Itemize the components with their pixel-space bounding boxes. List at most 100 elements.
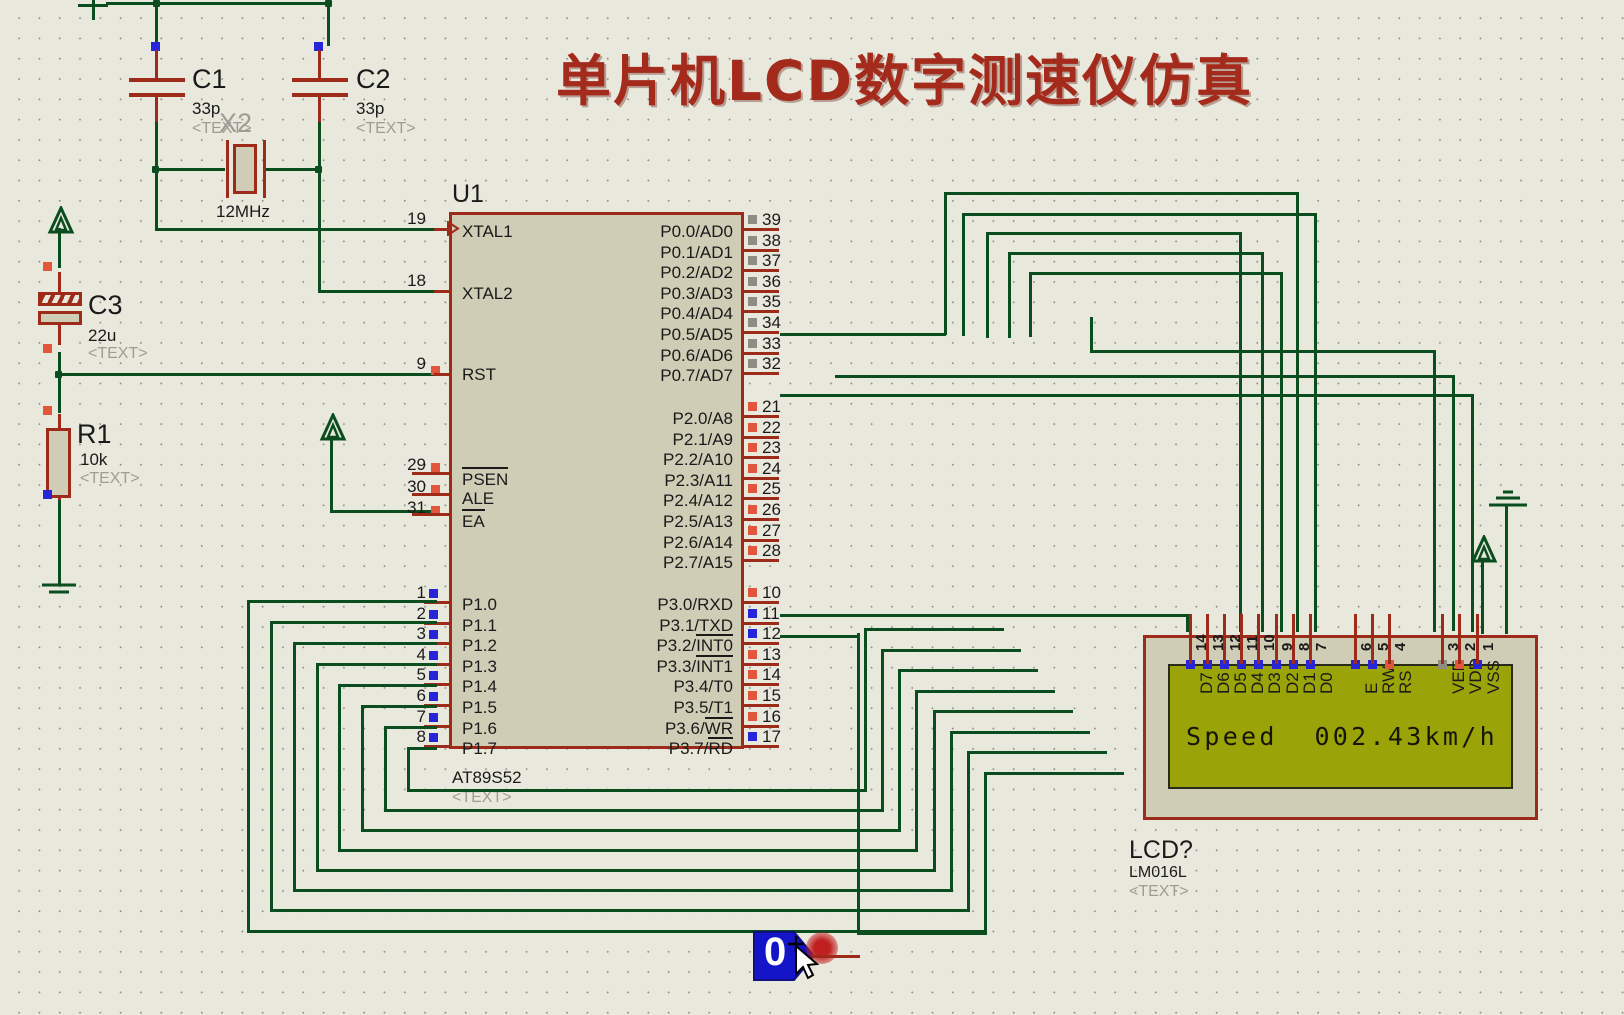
pin-num-32: 32: [762, 354, 781, 374]
wire-x2-right: [265, 168, 320, 171]
pin-num-19: 19: [407, 209, 426, 228]
wire-vcc-c3: [58, 228, 61, 268]
lcd-pin-stub-D0: [1309, 614, 1312, 664]
lcd-pin-stub-D7: [1189, 614, 1192, 664]
pin-state-26: [748, 505, 757, 514]
pin-state-14: [748, 670, 757, 680]
pin-state-7: [429, 712, 438, 722]
wire-p3-2-down: [857, 633, 860, 933]
wire-return-2: [293, 889, 953, 892]
pin-stub-28: [741, 559, 779, 563]
component-ref-r1: R1: [77, 419, 112, 449]
pin-label-23: P2.2/A10: [663, 450, 733, 470]
pin-stub-30: [412, 493, 452, 496]
wire-p1-0: [247, 600, 437, 603]
wire-p1-3-v: [316, 663, 319, 871]
wire-bus-c: [986, 232, 1241, 235]
wire-return-6: [384, 809, 884, 812]
mouse-cursor: [788, 936, 820, 980]
wire-xtal1-h: [155, 228, 435, 231]
wire-p1-2-v: [293, 642, 296, 891]
wire-bus-c-v2: [1239, 232, 1242, 632]
lcd-pin-num-VSS: 1: [1480, 642, 1497, 651]
pin-num-6: 6: [416, 686, 426, 705]
wire-r1-top: [58, 373, 61, 413]
component-ref-c2: C2: [356, 64, 391, 94]
resistor-r1-body: [46, 428, 71, 498]
pin-num-10: 10: [762, 583, 781, 602]
pin-num-25: 25: [762, 479, 781, 499]
component-text-lcd: <TEXT>: [1129, 883, 1189, 900]
ground-symbol-lcd: [1489, 490, 1527, 507]
vcc-symbol: [47, 206, 75, 234]
wire-bus-b-v: [962, 213, 965, 336]
wire-riser-d5: [898, 669, 901, 831]
pin-label-14: P3.4/T0: [673, 677, 733, 697]
lcd-pin-stub-D1: [1292, 614, 1295, 664]
pin-stub-29: [412, 472, 452, 475]
pin-label-24: P2.3/A11: [664, 470, 733, 490]
lcd-pin-stub-D2: [1275, 614, 1278, 664]
pin-state-22: [748, 422, 757, 432]
pin-state-38: [748, 235, 757, 245]
pin-x2-right: [263, 140, 266, 198]
pin-state-25: [748, 484, 757, 494]
wire-riser-d1: [967, 751, 970, 911]
pin-state-15: [748, 691, 757, 700]
wire-bus-c-v: [986, 232, 989, 338]
wire-riser-d7: [864, 628, 867, 791]
wire-return-1: [270, 909, 970, 912]
wire-return-3: [316, 869, 936, 872]
pin-num-8: 8: [416, 727, 426, 747]
proteus-schematic-canvas[interactable]: 单片机LCD数字测速仪仿真 C1 33p <TEXT> C2 33p <TEXT…: [0, 0, 1624, 1015]
capacitor-plate: [129, 78, 185, 82]
wire-top-rail: [106, 2, 331, 5]
wire-riser-d3: [933, 710, 936, 871]
pin-label-xtal1: XTAL1: [462, 222, 513, 241]
pin-stub-17: [741, 745, 779, 749]
pin-num-36: 36: [762, 271, 781, 291]
lcd-pin-num-RS: 4: [1392, 642, 1409, 651]
pin-label-27: P2.6/A14: [663, 532, 733, 552]
wire-bus-d-v2: [1261, 252, 1264, 632]
pin-label-17: P3.7/RD: [668, 737, 733, 759]
pin-num-12: 12: [762, 624, 781, 644]
pin-label-xtal2: XTAL2: [462, 284, 513, 303]
component-value-u1: AT89S52: [452, 768, 522, 787]
wire-p1-7-v: [407, 747, 410, 791]
component-value-c2: 33p: [356, 99, 385, 118]
pin-state-27: [748, 525, 757, 535]
wire-r1-gnd: [58, 500, 61, 584]
pin-state-8: [429, 733, 438, 743]
pin-state-24: [748, 463, 757, 473]
wire-bus-a: [944, 192, 1299, 195]
wire-top-d4: [915, 690, 1055, 693]
wire-top-d0: [984, 772, 1124, 775]
wire-bus-e-v2: [1280, 272, 1283, 632]
lcd-pin-label-D0: D0: [1317, 672, 1336, 694]
vcc-symbol-ea: [319, 413, 347, 441]
wire-c2-top: [327, 2, 330, 46]
pin-state-4: [429, 650, 438, 660]
pin-label-32: P0.7/AD7: [660, 366, 733, 386]
pin-label-35: P0.4/AD4: [660, 304, 733, 324]
pin-label-16: P3.6/WR: [664, 716, 733, 738]
pin-label-6: P1.5: [462, 698, 497, 717]
pin-state-35: [748, 297, 757, 307]
lcd-pin-stub-D4: [1240, 614, 1243, 664]
pin-label-36: P0.3/AD3: [660, 283, 733, 303]
lcd-display-text: Speed 002.43km/h: [1186, 722, 1498, 751]
wire-top-d2: [950, 731, 1090, 734]
wire-vdd-lcd: [1481, 558, 1484, 634]
wire-bus-b-v2: [1314, 213, 1317, 632]
pin-state-10: [748, 588, 757, 597]
page-title: 单片机LCD数字测速仪仿真: [556, 49, 1254, 113]
wire-bus-d: [1008, 252, 1263, 255]
pin-num-37: 37: [762, 251, 781, 271]
wire-ea-v: [330, 436, 333, 512]
wire-p1-7: [407, 747, 437, 750]
wire-bus-d-v: [1008, 252, 1011, 338]
wire-top-d6: [881, 649, 1021, 652]
component-value-r1: 10k: [80, 450, 108, 469]
wire-top-d5: [898, 669, 1038, 672]
